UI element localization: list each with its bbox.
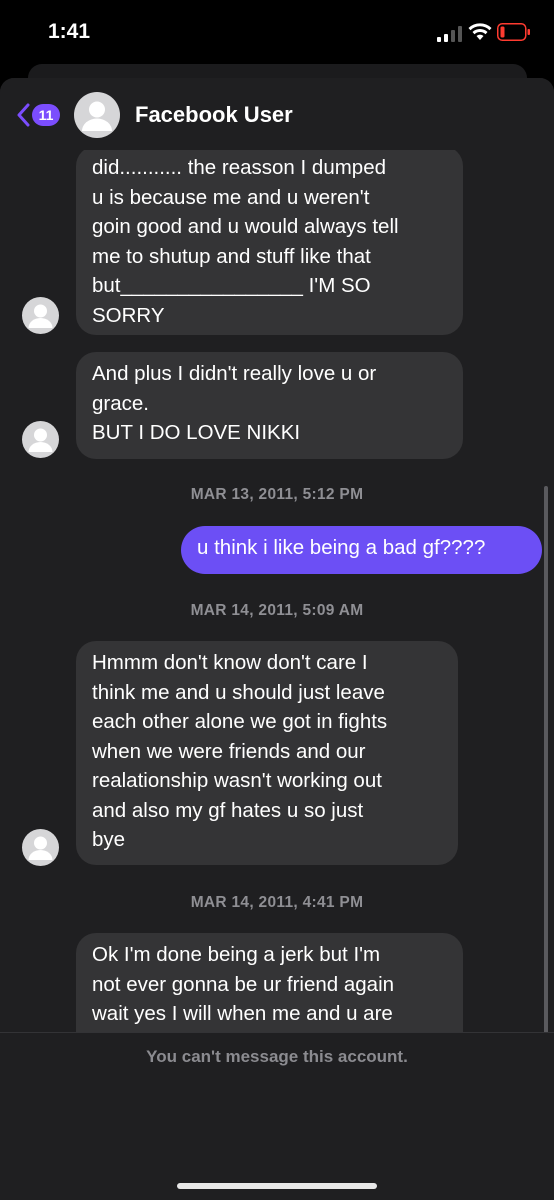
scrollbar[interactable]	[544, 486, 548, 1081]
conversation-header: 11 Facebook User	[0, 78, 554, 150]
contact-avatar	[22, 829, 59, 866]
message-received[interactable]: did........... the reasson I dumped u is…	[76, 146, 463, 335]
composer-disabled-footer: You can't message this account.	[0, 1032, 554, 1123]
timestamp: MAR 14, 2011, 4:41 PM	[190, 894, 364, 911]
status-bar: 1:41	[0, 0, 554, 70]
message-received[interactable]: Hmmm don't know don't care I think me an…	[76, 641, 458, 865]
contact-avatar	[22, 421, 59, 458]
message-received[interactable]: And plus I didn't really love u or grace…	[76, 352, 463, 459]
timestamp: MAR 13, 2011, 5:12 PM	[190, 486, 364, 503]
message-sent[interactable]: u think i like being a bad gf????	[181, 526, 542, 574]
unread-count-badge: 11	[32, 104, 60, 126]
cannot-message-notice: You can't message this account.	[146, 1047, 408, 1066]
battery-icon	[497, 23, 530, 41]
contact-avatar	[22, 297, 59, 334]
home-indicator[interactable]	[177, 1183, 377, 1189]
status-time: 1:41	[48, 20, 91, 43]
back-button[interactable]: 11	[16, 100, 66, 130]
wifi-icon	[468, 23, 492, 40]
signal-icon	[437, 26, 462, 42]
contact-name[interactable]: Facebook User	[135, 102, 293, 128]
contact-avatar[interactable]	[74, 92, 120, 138]
chevron-left-icon	[17, 103, 30, 127]
timestamp: MAR 14, 2011, 5:09 AM	[190, 602, 364, 619]
